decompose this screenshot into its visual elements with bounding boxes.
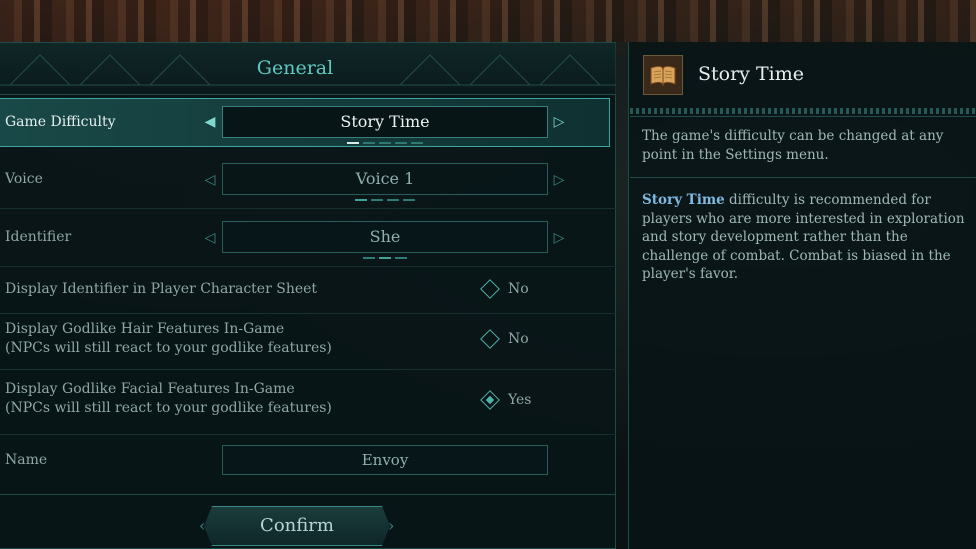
dot (371, 199, 383, 201)
book-icon-graphic (650, 65, 676, 87)
info-panel (628, 42, 976, 549)
difficulty-label: Game Difficulty (5, 114, 116, 130)
godlike-facial-label: Display Godlike Facial Features In-Game (5, 381, 295, 397)
voice-prev-arrow-icon[interactable]: ◁ (201, 171, 219, 189)
dot (395, 142, 407, 144)
identifier-prev-arrow-icon[interactable]: ◁ (201, 229, 219, 247)
identifier-next-arrow-icon[interactable]: ▷ (550, 229, 568, 247)
panel-header: General (0, 43, 616, 95)
godlike-facial-checkbox[interactable] (480, 390, 500, 410)
voice-next-arrow-icon[interactable]: ▷ (550, 171, 568, 189)
dot (355, 199, 367, 201)
identifier-value-text: She (369, 227, 401, 246)
difficulty-value-text: Story Time (340, 112, 430, 131)
identifier-label: Identifier (5, 229, 72, 245)
display-identifier-value: No (508, 281, 529, 297)
panel-title: General (256, 57, 334, 79)
bookshelf-backdrop (0, 0, 976, 42)
dot (347, 142, 359, 144)
difficulty-next-arrow-icon[interactable]: ▷ (550, 113, 568, 131)
dot (363, 257, 375, 259)
voice-value[interactable]: Voice 1 (222, 163, 548, 201)
info-paragraph-1: The game's difficulty can be changed at … (642, 128, 944, 163)
name-label: Name (5, 452, 48, 468)
godlike-hair-checkbox[interactable] (480, 329, 500, 349)
dot (411, 142, 423, 144)
dot (379, 142, 391, 144)
info-ornament-divider (630, 108, 976, 114)
confirm-button[interactable]: Confirm (204, 506, 390, 546)
name-input[interactable]: Envoy (222, 445, 548, 475)
godlike-hair-value: No (508, 331, 529, 347)
book-icon (643, 55, 683, 95)
info-paragraph-2: Story Time difficulty is recommended for… (642, 191, 967, 284)
setting-row-godlike-facial[interactable]: Display Godlike Facial Features In-Game … (0, 370, 616, 435)
setting-row-voice[interactable]: Voice ◁ Voice 1 ▷ (0, 151, 616, 209)
difficulty-page-dots (223, 139, 547, 144)
info-divider (630, 116, 976, 117)
info-highlight-term: Story Time (642, 192, 725, 208)
godlike-facial-value: Yes (508, 392, 532, 408)
setting-row-display-identifier[interactable]: Display Identifier in Player Character S… (0, 267, 616, 314)
setting-row-godlike-hair[interactable]: Display Godlike Hair Features In-Game (N… (0, 314, 616, 370)
godlike-hair-label: Display Godlike Hair Features In-Game (5, 321, 285, 337)
difficulty-prev-arrow-icon[interactable]: ◀ (201, 113, 219, 131)
setting-row-identifier[interactable]: Identifier ◁ She ▷ (0, 209, 616, 267)
voice-value-text: Voice 1 (355, 169, 415, 188)
dot (395, 257, 407, 259)
display-identifier-label: Display Identifier in Player Character S… (5, 281, 318, 297)
identifier-value[interactable]: She (222, 221, 548, 259)
info-title: Story Time (698, 63, 804, 85)
voice-page-dots (223, 196, 547, 201)
setting-row-difficulty[interactable]: Game Difficulty ◀ Story Time ▷ (0, 98, 610, 147)
dot (363, 142, 375, 144)
paragraph-divider (630, 177, 976, 178)
godlike-hair-sublabel: (NPCs will still react to your godlike f… (5, 340, 332, 356)
dot (379, 257, 391, 259)
setting-row-name: Name Envoy (0, 435, 616, 493)
settings-panel: General Game Difficulty ◀ Story Time ▷ V… (0, 42, 616, 549)
voice-label: Voice (5, 171, 43, 187)
difficulty-value[interactable]: Story Time (222, 106, 548, 144)
confirm-right-cap-icon: › (388, 516, 395, 535)
divider (0, 494, 616, 495)
dot (387, 199, 399, 201)
dot (403, 199, 415, 201)
godlike-facial-sublabel: (NPCs will still react to your godlike f… (5, 400, 332, 416)
identifier-page-dots (223, 254, 547, 259)
display-identifier-checkbox[interactable] (480, 279, 500, 299)
